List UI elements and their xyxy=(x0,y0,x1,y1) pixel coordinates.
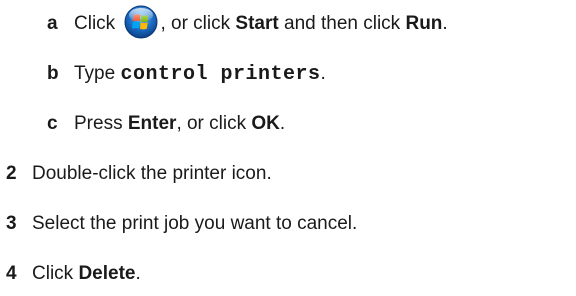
step-c-end: . xyxy=(279,113,286,134)
step-marker-4: 4 xyxy=(6,263,17,284)
step-c-pre: Press xyxy=(74,113,123,134)
step-a-mid: , or click xyxy=(160,13,231,35)
step-2-text: Double-click the printer icon. xyxy=(32,163,272,184)
step-a-end: . xyxy=(442,13,448,35)
step-4-end: . xyxy=(135,263,141,284)
step-marker-2: 2 xyxy=(6,163,17,184)
start-label: Start xyxy=(235,13,279,35)
step-4-pre: Click xyxy=(32,263,74,284)
step-2: 2 Double-click the printer icon. xyxy=(6,156,272,192)
run-label: Run xyxy=(405,13,443,35)
step-a-and: and then click xyxy=(284,13,401,35)
step-marker-b: b xyxy=(47,63,59,84)
enter-label: Enter xyxy=(127,113,177,134)
windows-start-orb-icon xyxy=(124,5,158,39)
step-b: b Type control printers. xyxy=(47,56,326,92)
step-4: 4 Click Delete. xyxy=(6,256,141,292)
step-c: c Press Enter, or click OK. xyxy=(47,106,285,142)
step-b-end: . xyxy=(320,62,326,84)
ok-label: OK xyxy=(251,113,280,134)
step-3: 3 Select the print job you want to cance… xyxy=(6,206,357,242)
command-code: control printers xyxy=(120,62,321,86)
step-c-text: Press Enter, or click OK. xyxy=(74,113,285,135)
step-marker-c: c xyxy=(47,113,58,134)
delete-label: Delete xyxy=(78,263,136,284)
step-b-pre: Type xyxy=(74,62,116,84)
step-a-text: Click , or click Start and then click Ru… xyxy=(74,5,448,41)
step-a-pre: Click xyxy=(74,13,116,35)
step-marker-3: 3 xyxy=(6,213,17,234)
step-a: a Click , or click Start and then click … xyxy=(47,5,448,42)
step-marker-a: a xyxy=(47,13,58,34)
step-4-text: Click Delete. xyxy=(32,263,141,285)
step-3-text: Select the print job you want to cancel. xyxy=(32,213,358,234)
step-c-mid: , or click xyxy=(176,113,247,134)
step-b-text: Type control printers. xyxy=(74,63,326,86)
